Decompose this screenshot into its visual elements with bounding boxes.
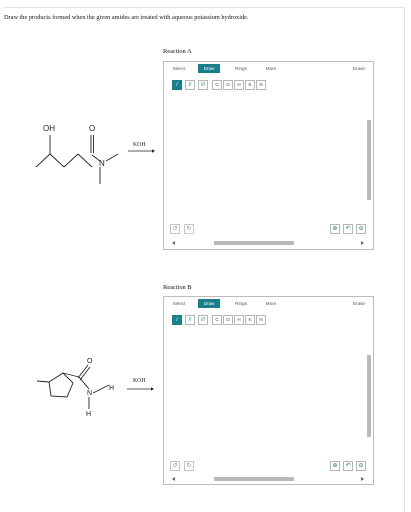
undo-button[interactable]: ↺	[170, 461, 180, 471]
content-frame-top	[4, 7, 404, 8]
triple-bond-button[interactable]: ///	[198, 315, 208, 325]
double-bond-button[interactable]: //	[185, 315, 195, 325]
tab-rings[interactable]: Rings	[230, 64, 252, 73]
triple-bond-button[interactable]: ///	[198, 80, 208, 90]
single-bond-icon: /	[176, 82, 178, 88]
hydroxyl-label: OH	[43, 124, 55, 133]
zoom-out-button[interactable]: ⊖	[356, 224, 366, 234]
zoom-in-icon: ⊕	[332, 226, 338, 232]
undo-button[interactable]: ↺	[170, 224, 180, 234]
atom-h-button[interactable]: H	[234, 315, 244, 325]
tab-more[interactable]: More	[260, 64, 282, 73]
horizontal-scroll-thumb[interactable]	[214, 241, 294, 245]
atom-o-button[interactable]: O	[223, 315, 233, 325]
reaction-b-editor: Select Draw Rings More Erase / // /// C …	[163, 296, 374, 485]
atom-n-button[interactable]: N	[256, 80, 266, 90]
editor-tabbar: Select Draw Rings More Erase	[164, 62, 373, 75]
tab-more[interactable]: More	[260, 299, 282, 308]
horizontal-scrollbar[interactable]	[172, 240, 364, 246]
atom-h-button[interactable]: H	[234, 80, 244, 90]
vertical-scrollbar[interactable]	[366, 329, 372, 469]
redo-button[interactable]: ↻	[184, 461, 194, 471]
reagent-label: KOH	[133, 142, 146, 148]
horizontal-scrollbar[interactable]	[172, 476, 364, 482]
triple-bond-icon: ///	[200, 317, 206, 323]
reaction-b-structure: O N H H KOH	[36, 358, 154, 418]
reaction-a-editor: Select Draw Rings More Erase / // /// C …	[163, 61, 374, 250]
zoom-reset-button[interactable]: ↶	[343, 461, 353, 471]
scroll-right-icon[interactable]	[361, 477, 364, 481]
erase-button[interactable]: Erase	[353, 299, 365, 308]
double-bond-icon: //	[188, 82, 192, 88]
vertical-scrollbar[interactable]	[366, 94, 372, 234]
triple-bond-icon: ///	[200, 82, 206, 88]
vertical-scroll-thumb[interactable]	[367, 355, 371, 437]
nh-hydrogen-label-2: H	[86, 411, 91, 418]
zoom-in-button[interactable]: ⊕	[330, 461, 340, 471]
undo-icon: ↺	[172, 463, 178, 469]
reaction-arrow	[127, 387, 154, 391]
zoom-out-button[interactable]: ⊖	[356, 461, 366, 471]
drawing-canvas[interactable]	[166, 94, 369, 224]
scroll-left-icon[interactable]	[172, 241, 175, 245]
tab-select[interactable]: Select	[169, 64, 189, 73]
reaction-b-title: Reaction B	[163, 284, 192, 291]
undo-icon: ↺	[172, 226, 178, 232]
editor-tabbar: Select Draw Rings More Erase	[164, 297, 373, 310]
reaction-a-structure: OH O N KOH	[35, 124, 155, 184]
double-bond-button[interactable]: //	[185, 80, 195, 90]
carbonyl-oxygen-label: O	[89, 124, 95, 133]
single-bond-icon: /	[176, 317, 178, 323]
reaction-arrow	[128, 149, 155, 153]
redo-button[interactable]: ↻	[184, 224, 194, 234]
vertical-scroll-thumb[interactable]	[367, 120, 371, 200]
drawing-canvas[interactable]	[166, 329, 369, 459]
zoom-reset-icon: ↶	[345, 463, 351, 469]
carbonyl-oxygen-label: O	[87, 358, 93, 365]
zoom-out-icon: ⊖	[358, 463, 364, 469]
atom-c-button[interactable]: C	[212, 80, 222, 90]
content-frame-right	[404, 7, 405, 512]
scroll-right-icon[interactable]	[361, 241, 364, 245]
nh-hydrogen-label: H	[109, 385, 114, 392]
single-bond-button[interactable]: /	[172, 315, 182, 325]
erase-button[interactable]: Erase	[353, 64, 365, 73]
single-bond-button[interactable]: /	[172, 80, 182, 90]
zoom-in-icon: ⊕	[332, 463, 338, 469]
atom-c-button[interactable]: C	[212, 315, 222, 325]
atom-k-button[interactable]: K	[245, 80, 255, 90]
horizontal-scroll-thumb[interactable]	[214, 477, 294, 481]
tab-draw[interactable]: Draw	[198, 64, 220, 73]
redo-icon: ↻	[186, 463, 192, 469]
scroll-left-icon[interactable]	[172, 477, 175, 481]
redo-icon: ↻	[186, 226, 192, 232]
question-text: Draw the products formed when the given …	[4, 14, 249, 21]
tab-draw[interactable]: Draw	[198, 299, 220, 308]
zoom-reset-button[interactable]: ↶	[343, 224, 353, 234]
tab-rings[interactable]: Rings	[230, 299, 252, 308]
atom-o-button[interactable]: O	[223, 80, 233, 90]
zoom-reset-icon: ↶	[345, 226, 351, 232]
reagent-label: KOH	[133, 378, 146, 384]
zoom-in-button[interactable]: ⊕	[330, 224, 340, 234]
tab-select[interactable]: Select	[169, 299, 189, 308]
nitrogen-label: N	[87, 390, 92, 397]
atom-n-button[interactable]: N	[256, 315, 266, 325]
atom-k-button[interactable]: K	[245, 315, 255, 325]
reaction-a-title: Reaction A	[163, 48, 192, 55]
nitrogen-label: N	[99, 159, 105, 168]
zoom-out-icon: ⊖	[358, 226, 364, 232]
double-bond-icon: //	[188, 317, 192, 323]
